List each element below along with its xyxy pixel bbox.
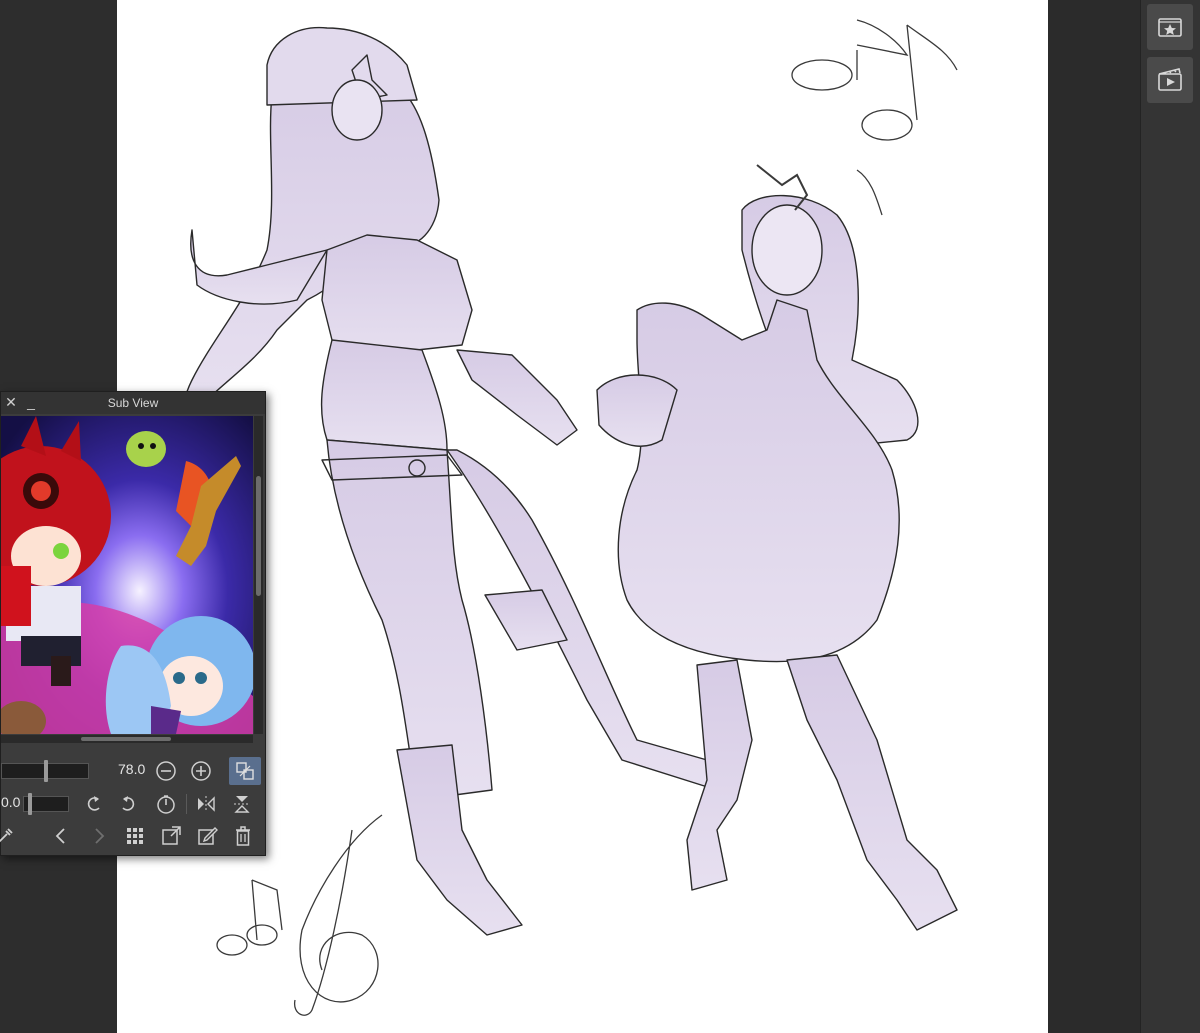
zoom-out-icon[interactable] (154, 759, 178, 783)
tools-row (0, 821, 267, 853)
material-folder-star-icon (1157, 16, 1183, 38)
import-image-icon[interactable] (159, 824, 183, 848)
toolbar-divider (186, 794, 187, 814)
rotation-value: 0.0 (1, 794, 21, 810)
rotation-slider-knob[interactable] (28, 793, 32, 815)
eyedropper-icon[interactable] (0, 824, 17, 848)
zoom-in-icon[interactable] (189, 759, 213, 783)
rotate-left-icon[interactable] (82, 792, 106, 816)
fit-view-icon[interactable] (229, 757, 261, 785)
zoom-value: 78.0 (118, 761, 146, 777)
animation-panel-button[interactable] (1147, 57, 1193, 103)
delete-icon[interactable] (231, 824, 255, 848)
animation-clapper-icon (1157, 68, 1183, 92)
vertical-scrollbar[interactable] (254, 416, 263, 734)
material-panel-button[interactable] (1147, 4, 1193, 50)
zoom-slider-knob[interactable] (44, 760, 48, 782)
rotation-row: 0.0 (1, 788, 267, 820)
edit-icon[interactable] (195, 824, 219, 848)
flip-horizontal-icon[interactable] (194, 792, 218, 816)
next-icon[interactable] (87, 824, 111, 848)
flip-vertical-icon[interactable] (230, 792, 254, 816)
sub-view-panel: ✕ _ Sub View 78.0 0.0 (0, 391, 266, 856)
reset-rotation-icon[interactable] (154, 792, 178, 816)
sub-view-title: Sub View (107, 396, 159, 410)
zoom-slider[interactable] (1, 760, 89, 782)
grid-icon[interactable] (123, 824, 147, 848)
rotation-slider[interactable] (23, 793, 69, 815)
previous-icon[interactable] (49, 824, 73, 848)
right-figure-sketch (596, 194, 958, 931)
horizontal-scrollbar[interactable] (1, 735, 253, 743)
right-side-panel (1140, 0, 1200, 1033)
rotate-right-icon[interactable] (116, 792, 140, 816)
reference-illustration (1, 416, 253, 734)
workspace-right (1048, 0, 1140, 1033)
sub-view-titlebar[interactable]: ✕ _ Sub View (1, 392, 265, 414)
zoom-row: 78.0 (1, 755, 267, 787)
reference-image[interactable] (1, 416, 253, 734)
